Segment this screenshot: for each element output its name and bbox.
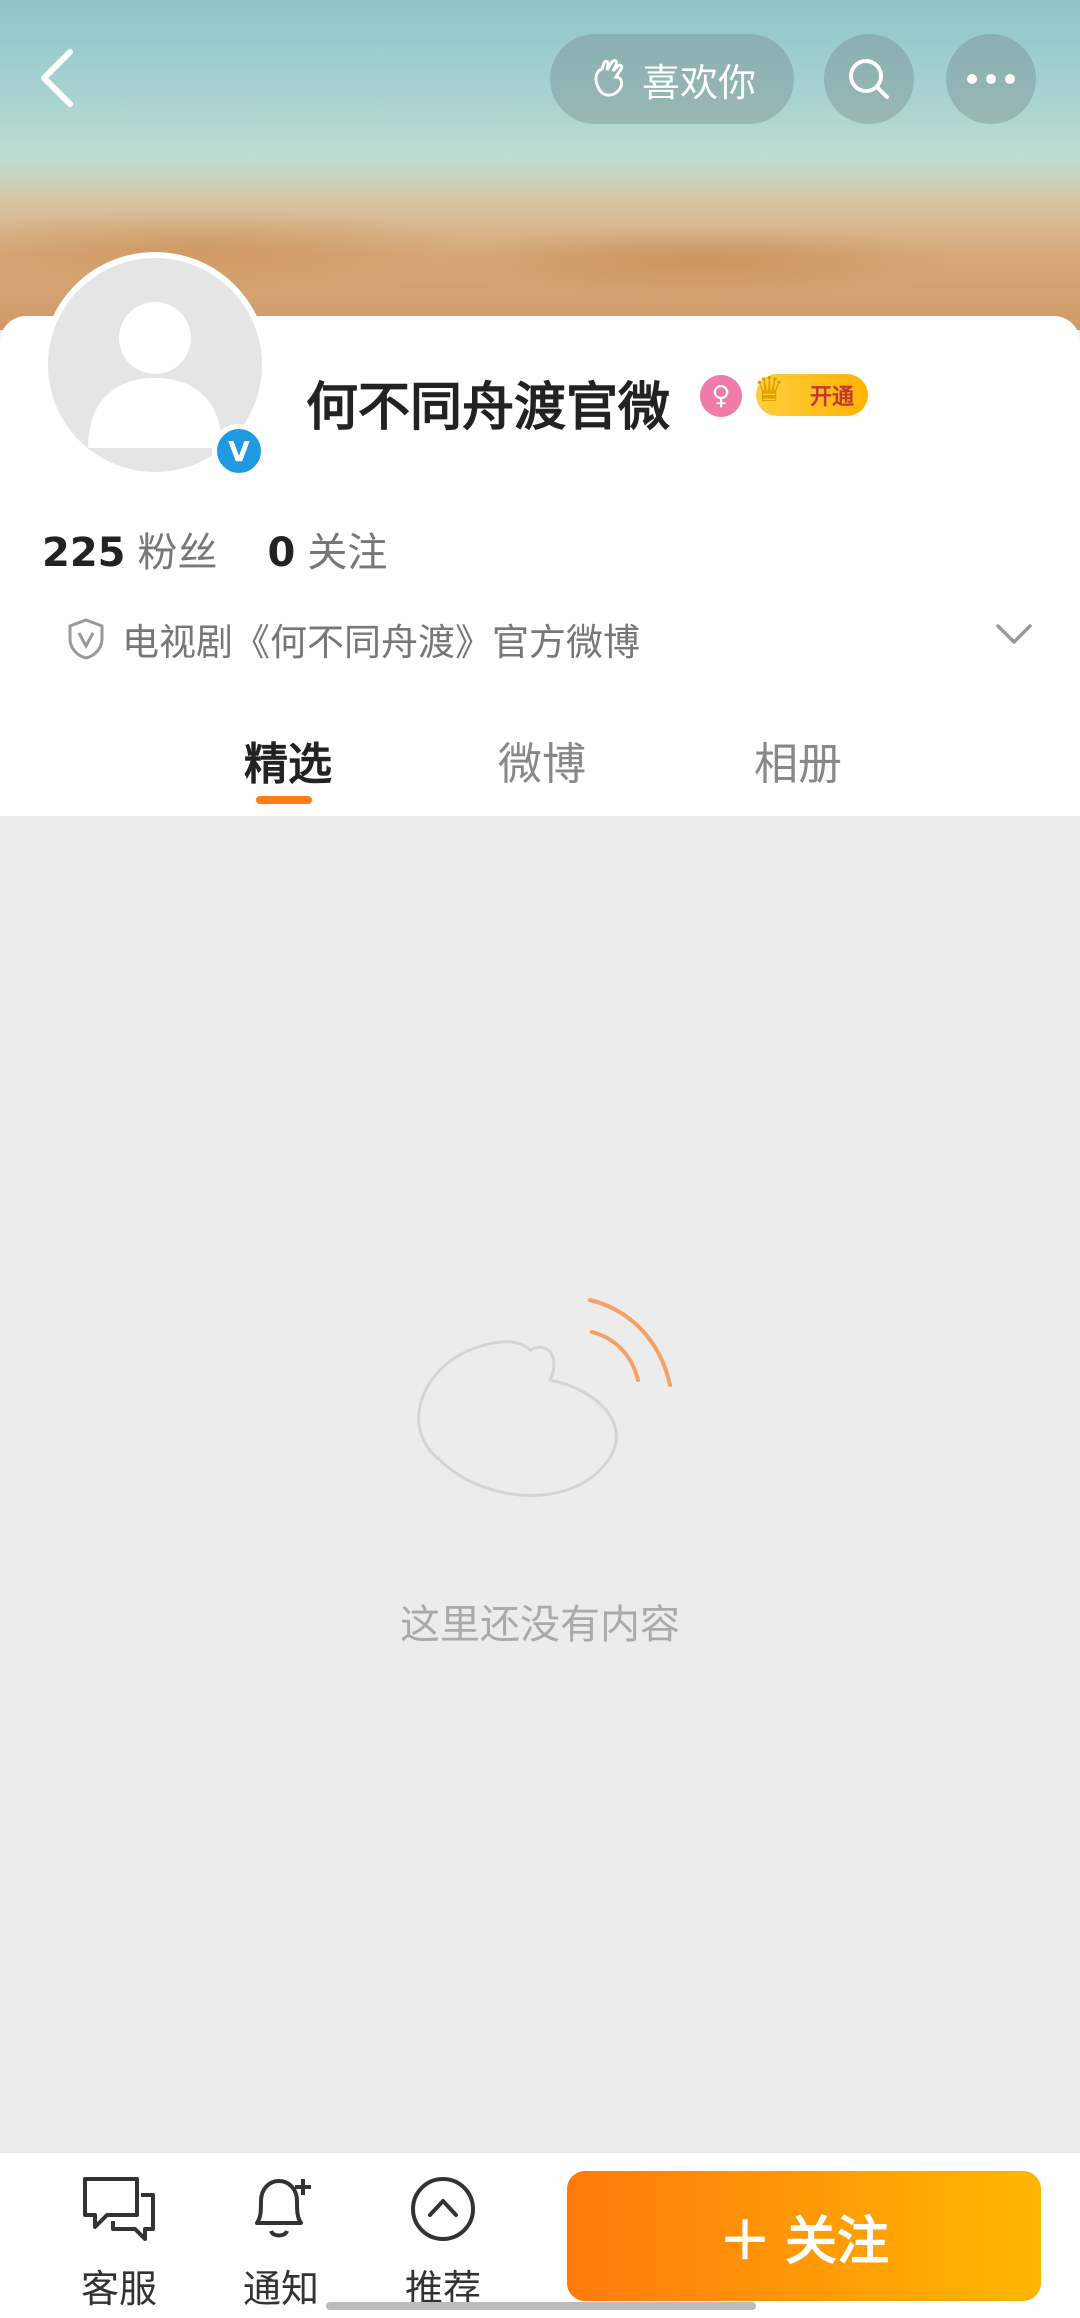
following-count: 0 [267, 530, 296, 576]
chat-bubbles-icon [83, 2177, 155, 2241]
like-you-label: 喜欢你 [641, 60, 756, 105]
chevron-down-icon [996, 624, 1032, 644]
search-icon [849, 59, 889, 99]
tab-featured[interactable]: 精选 [244, 728, 332, 792]
hand-heart-icon [594, 59, 624, 97]
profile-tabs: 精选 微博 相册 [0, 710, 1080, 810]
follow-button[interactable]: ＋ 关注 [567, 2171, 1041, 2301]
notify-button[interactable]: 通知 [226, 2173, 336, 2313]
profile-stats: 225 粉丝 0 关注 [42, 520, 387, 578]
fans-stat[interactable]: 225 粉丝 [42, 520, 218, 578]
tab-album[interactable]: 相册 [754, 728, 842, 792]
vip-open-button[interactable]: ♛ 开通 [754, 370, 868, 416]
shield-v-icon [68, 618, 104, 660]
profile-name: 何不同舟渡官微 [306, 378, 671, 438]
follow-label: 关注 [785, 2211, 890, 2272]
notify-label: 通知 [242, 2267, 319, 2311]
weibo-logo-empty-icon [417, 1298, 672, 1497]
search-button[interactable] [824, 34, 914, 124]
bottom-action-bar: 客服 通知 推荐 ＋ 关注 [0, 2152, 1080, 2318]
customer-service-label: 客服 [80, 2267, 157, 2311]
female-gender-icon: ♀ [700, 375, 742, 417]
verified-badge-icon: V [212, 424, 266, 478]
more-dots-icon [967, 74, 1015, 84]
bio-text: 电视剧《何不同舟渡》官方微博 [122, 621, 640, 664]
empty-state-text: 这里还没有内容 [400, 1602, 680, 1648]
vip-label: 开通 [809, 385, 854, 410]
home-indicator[interactable] [326, 2302, 756, 2310]
back-button[interactable] [38, 48, 78, 108]
fans-label: 粉丝 [137, 530, 218, 576]
recommend-button[interactable]: 推荐 [388, 2173, 498, 2313]
tab-weibo[interactable]: 微博 [498, 728, 586, 792]
crown-icon: ♛ [754, 370, 785, 410]
chevron-up-circle-icon [411, 2177, 475, 2241]
more-button[interactable] [946, 34, 1036, 124]
expand-bio-button[interactable] [994, 622, 1034, 650]
following-stat[interactable]: 0 关注 [268, 520, 388, 578]
following-label: 关注 [307, 530, 388, 576]
like-you-button[interactable]: 喜欢你 [550, 34, 794, 124]
active-tab-indicator [256, 796, 312, 804]
plus-icon: ＋ [718, 2211, 771, 2272]
verification-info[interactable]: 电视剧《何不同舟渡》官方微博 [66, 612, 640, 666]
bell-plus-icon [255, 2179, 311, 2238]
chevron-left-icon [41, 49, 73, 107]
fans-count: 225 [42, 530, 126, 576]
customer-service-button[interactable]: 客服 [64, 2173, 174, 2313]
